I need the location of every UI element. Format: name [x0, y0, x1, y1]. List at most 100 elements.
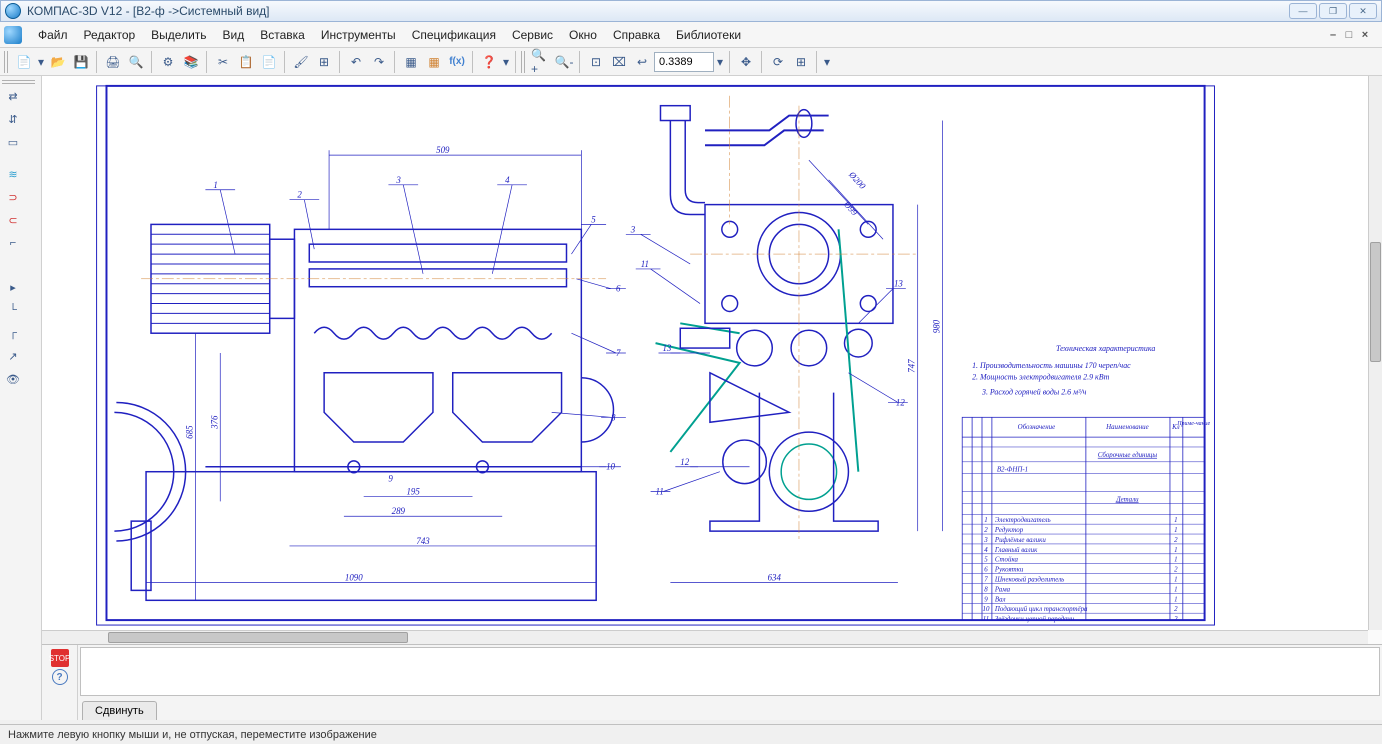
- bom-name: Подающий цикл транспортёра: [994, 606, 1088, 613]
- zoom-fit-button[interactable]: ⊡: [585, 51, 607, 73]
- zoom-prev-button[interactable]: ↩: [631, 51, 653, 73]
- callout-r3: 3: [630, 224, 636, 234]
- toolbar-handle[interactable]: [4, 51, 10, 73]
- step-icon[interactable]: ┌: [2, 322, 24, 344]
- canvas[interactable]: 509 1090 743 289 195 685 376 9: [42, 76, 1368, 630]
- bom-num: 1: [984, 517, 987, 524]
- vertical-scrollbar[interactable]: [1368, 76, 1382, 630]
- callout-10: 10: [606, 462, 615, 472]
- diag-icon[interactable]: ↗: [2, 345, 24, 367]
- app-icon-small[interactable]: [4, 26, 22, 44]
- doc-restore-button[interactable]: □: [1342, 29, 1356, 41]
- bom-name: Шнековый разделитель: [994, 577, 1064, 584]
- menu-view[interactable]: Вид: [215, 25, 253, 45]
- dropdown-icon[interactable]: ▾: [36, 51, 46, 73]
- menu-spec[interactable]: Спецификация: [404, 25, 504, 45]
- menu-select[interactable]: Выделить: [143, 25, 214, 45]
- zoom-window-button[interactable]: ⌧: [608, 51, 630, 73]
- titlebar: КОМПАС-3D V12 - [В2-ф ->Системный вид] —…: [0, 0, 1382, 22]
- zoom-in-button[interactable]: 🔍+: [530, 51, 552, 73]
- transform2-icon[interactable]: ⇵: [2, 108, 24, 130]
- print-button[interactable]: 🖨: [102, 51, 124, 73]
- doc-close-button[interactable]: ×: [1358, 29, 1372, 41]
- panel-handle[interactable]: [2, 78, 35, 84]
- callout-1: 1: [213, 180, 217, 190]
- arrow-icon[interactable]: ▸: [2, 276, 24, 298]
- close-button[interactable]: ✕: [1349, 3, 1377, 19]
- menu-file[interactable]: Файл: [30, 25, 76, 45]
- redo-button[interactable]: ↷: [368, 51, 390, 73]
- property-field[interactable]: [80, 647, 1380, 696]
- cut-button[interactable]: ✂: [212, 51, 234, 73]
- minimize-button[interactable]: —: [1289, 3, 1317, 19]
- transform-icon[interactable]: ⇄: [2, 85, 24, 107]
- horizontal-scrollbar[interactable]: [42, 630, 1368, 644]
- menu-editor[interactable]: Редактор: [76, 25, 144, 45]
- dropdown2-icon[interactable]: ▾: [501, 51, 511, 73]
- menu-window[interactable]: Окно: [561, 25, 605, 45]
- bom-num: 9: [984, 596, 988, 603]
- props-button[interactable]: ⚙: [157, 51, 179, 73]
- bom-name: Главный валик: [994, 547, 1038, 554]
- stop-icon[interactable]: STOP: [51, 649, 69, 667]
- bom-name: Звёздочки цепной передачи: [995, 616, 1075, 623]
- spec-button[interactable]: ▦: [400, 51, 422, 73]
- bom-num: 4: [984, 547, 988, 554]
- tab-pan[interactable]: Сдвинуть: [82, 701, 157, 720]
- brush-icon[interactable]: 🖌: [290, 51, 312, 73]
- toolbar-handle-2[interactable]: [521, 51, 527, 73]
- copy-button[interactable]: 📋: [235, 51, 257, 73]
- fx-button[interactable]: f(x): [446, 51, 468, 73]
- refresh-button[interactable]: ⊞: [790, 51, 812, 73]
- dim-743: 743: [416, 536, 430, 546]
- maximize-button[interactable]: ❐: [1319, 3, 1347, 19]
- preview-button[interactable]: 🔍: [125, 51, 147, 73]
- callout-3: 3: [395, 175, 401, 185]
- dropdown3-icon[interactable]: ▾: [715, 51, 725, 73]
- zoom-out-button[interactable]: 🔍-: [553, 51, 575, 73]
- eye-icon[interactable]: 👁: [2, 368, 24, 390]
- app-icon: [5, 3, 21, 19]
- bom-num: 5: [984, 557, 988, 564]
- doc-icon[interactable]: ▭: [2, 131, 24, 153]
- dim-634: 634: [768, 573, 782, 583]
- pan-button[interactable]: ✥: [735, 51, 757, 73]
- calc-button[interactable]: ▦: [423, 51, 445, 73]
- new-button[interactable]: 📄: [13, 51, 35, 73]
- help-button[interactable]: ❓: [478, 51, 500, 73]
- undo-button[interactable]: ↶: [345, 51, 367, 73]
- menu-libs[interactable]: Библиотеки: [668, 25, 749, 45]
- paste-button[interactable]: 📄: [258, 51, 280, 73]
- th-name: Наименование: [1105, 424, 1149, 431]
- coord-icon[interactable]: ⌐: [2, 232, 24, 254]
- help-icon[interactable]: ?: [52, 669, 68, 685]
- magnet-icon[interactable]: ⊃: [2, 186, 24, 208]
- status-text: Нажмите левую кнопку мыши и, не отпуская…: [8, 729, 377, 741]
- layers-icon[interactable]: ≋: [2, 163, 24, 185]
- tech-title: Техническая характеристика: [1056, 344, 1155, 353]
- menu-tools[interactable]: Инструменты: [313, 25, 404, 45]
- rebuild-button[interactable]: ⟳: [767, 51, 789, 73]
- bom-qty: 1: [1174, 517, 1177, 524]
- bom-qty: 1: [1174, 586, 1177, 593]
- props2-icon[interactable]: ⊞: [313, 51, 335, 73]
- bom-qty: 1: [1174, 577, 1177, 584]
- dim-747: 747: [907, 359, 917, 373]
- callout-r11: 11: [641, 259, 649, 269]
- menu-help[interactable]: Справка: [605, 25, 668, 45]
- menu-service[interactable]: Сервис: [504, 25, 561, 45]
- axis-icon[interactable]: └: [2, 299, 24, 321]
- dim-d200: Ø200: [846, 169, 868, 192]
- menu-insert[interactable]: Вставка: [252, 25, 313, 45]
- callout-r12b: 12: [896, 397, 905, 407]
- open-button[interactable]: 📂: [47, 51, 69, 73]
- lib-button[interactable]: 📚: [180, 51, 202, 73]
- zoom-input[interactable]: [654, 52, 714, 72]
- dim-1090: 1090: [345, 573, 363, 583]
- doc-minimize-button[interactable]: –: [1326, 29, 1340, 41]
- dropdown4-icon[interactable]: ▾: [822, 51, 832, 73]
- magnet2-icon[interactable]: ⊂: [2, 209, 24, 231]
- bom-num: 2: [984, 527, 988, 534]
- save-button[interactable]: 💾: [70, 51, 92, 73]
- bom-num: 10: [983, 606, 990, 613]
